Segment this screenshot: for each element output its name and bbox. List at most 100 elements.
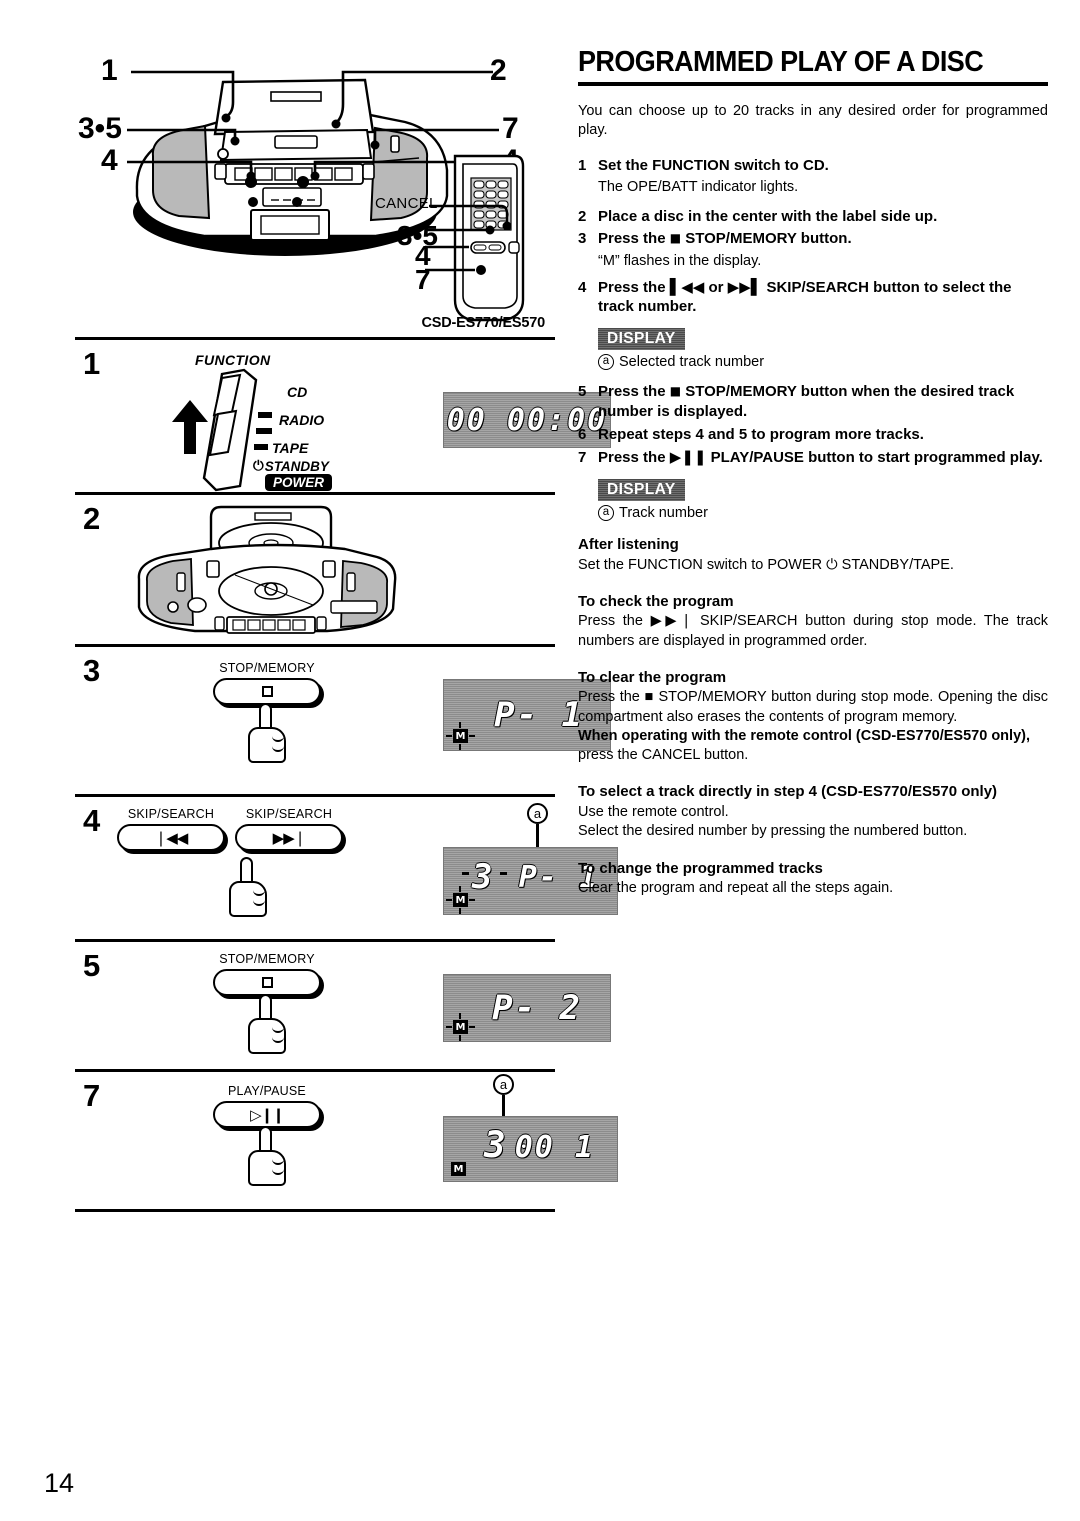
figure-step-5-number: 5 <box>83 948 101 983</box>
step-3-text: Press the ■ STOP/MEMORY button. <box>598 229 1048 249</box>
step-4: 4 Press the ▌◀◀ or ▶▶▌ SKIP/SEARCH butto… <box>578 278 1048 318</box>
memory-indicator-flashing: M <box>453 893 468 907</box>
play-pause-icon: ▶❚❚ <box>669 447 707 466</box>
step-4-callout-label: Selected track number <box>619 354 765 371</box>
lcd-step-5: P- 2 M <box>443 974 611 1042</box>
step-1: 1 Set the FUNCTION switch to CD. <box>578 156 1048 176</box>
step-7-text: Press the ▶❚❚ PLAY/PAUSE button to start… <box>598 448 1048 468</box>
display-badge-step-7: DISPLAY <box>598 478 685 502</box>
stop-memory-button[interactable] <box>213 969 321 996</box>
step-3-number: 3 <box>578 230 587 248</box>
section-clear-program-heading: To clear the program <box>578 668 727 686</box>
step-4-text-mid: or <box>708 278 724 296</box>
hero-callout-3-5: 3•5 <box>78 112 122 145</box>
function-label-cd: CD <box>287 384 308 400</box>
figure-step-4: 4 SKIP/SEARCH ❘◀◀ SKIP/SEARCH ▶▶❘ a 3 P-… <box>75 797 618 942</box>
callout-marker-a: a <box>493 1074 514 1095</box>
step-5-number: 5 <box>578 383 587 401</box>
display-badge-step-4: DISPLAY <box>598 328 685 351</box>
callout-marker-a: a <box>598 354 614 371</box>
skip-back-icon: ▌◀◀ <box>669 277 705 296</box>
callout-marker-a: a <box>527 803 548 824</box>
figure-step-7-button-label: PLAY/PAUSE <box>228 1084 306 1098</box>
page-number: 14 <box>44 1468 75 1498</box>
stop-square-icon: ■ <box>669 231 682 246</box>
figure-step-3: 3 STOP/MEMORY P- 1 M <box>75 647 611 797</box>
step-5-text: Press the ■ STOP/MEMORY button when the … <box>598 382 1048 422</box>
step-2-text: Place a disc in the center with the labe… <box>598 207 938 225</box>
stop-square-icon: ■ <box>669 384 682 399</box>
step-4-number: 4 <box>578 278 587 296</box>
figure-step-2-number: 2 <box>83 501 101 536</box>
play-pause-icon: ▷❙❙ <box>250 1105 285 1124</box>
step-1-note: The OPE/BATT indicator lights. <box>598 179 799 196</box>
figure-step-1-number: 1 <box>83 346 101 381</box>
memory-indicator: M <box>451 1162 466 1176</box>
function-label-tape: TAPE <box>272 440 309 456</box>
figure-step-4-label-right: SKIP/SEARCH <box>245 807 333 821</box>
section-check-program-body: Press the ▶▶❘ SKIP/SEARCH button during … <box>578 613 1048 649</box>
memory-indicator-flashing: M <box>453 1020 468 1034</box>
memory-indicator-flashing: M <box>453 729 468 743</box>
function-label-radio: RADIO <box>279 412 325 428</box>
step-3-text-pre: Press the <box>598 230 666 248</box>
lcd-step-7: 3 00 1 M <box>443 1116 618 1182</box>
hero-callout-7: 7 <box>502 112 519 145</box>
step-3: 3 Press the ■ STOP/MEMORY button. <box>578 229 1048 249</box>
callout-marker-a: a <box>598 505 614 522</box>
cd-lid-open-svg <box>137 505 397 634</box>
section-direct-select-heading: To select a track directly in step 4 (CS… <box>578 783 998 801</box>
step-6: 6 Repeat steps 4 and 5 to program more t… <box>578 425 1048 445</box>
step-7-text-post: PLAY/PAUSE button to start programmed pl… <box>710 448 1043 466</box>
pointing-hand-icon <box>246 994 288 1056</box>
lcd-step-4-track: 3 <box>472 857 495 897</box>
step-5: 5 Press the ■ STOP/MEMORY button when th… <box>578 382 1048 422</box>
hero-callout-1: 1 <box>101 54 118 87</box>
section-after-listening-heading: After listening <box>578 536 679 554</box>
skip-search-back-button[interactable]: ❘◀◀ <box>117 824 225 851</box>
step-7-callout: a Track number <box>598 505 1048 522</box>
figure-step-1: 1 FUNCTION CD RADIO TAPE ⏻ STANDBY POWER <box>75 340 611 495</box>
function-switch-title: FUNCTION <box>195 352 271 368</box>
stop-square-icon <box>261 977 273 988</box>
step-4-text: Press the ▌◀◀ or ▶▶▌ SKIP/SEARCH button … <box>598 278 1048 318</box>
figure-step-7-number: 7 <box>83 1078 101 1113</box>
section-check-program-heading: To check the program <box>578 592 734 610</box>
section-clear-program-body: Press the ■ STOP/MEMORY button during st… <box>578 689 1048 725</box>
step-2: 2 Place a disc in the center with the la… <box>578 207 1048 227</box>
section-change-tracks-body: Clear the program and repeat all the ste… <box>578 880 894 897</box>
lcd-step-7-track: 3 <box>484 1125 508 1166</box>
play-pause-button[interactable]: ▷❙❙ <box>213 1101 321 1128</box>
section-direct-select-tail: Select the desired number by pressing th… <box>578 823 968 840</box>
step-3-note: “M” flashes in the display. <box>598 253 762 270</box>
remote-callout-7: 7 <box>415 264 431 295</box>
figure-step-4-number: 4 <box>83 803 101 838</box>
step-7-callout-label: Track number <box>619 505 708 522</box>
power-standby-icon: ⏻ <box>253 458 264 474</box>
title-underline <box>578 82 1048 86</box>
section-change-tracks-heading: To change the programmed tracks <box>578 859 823 877</box>
figure-step-2: 2 <box>75 495 555 647</box>
skip-search-forward-button[interactable]: ▶▶❘ <box>235 824 343 851</box>
illustration-column: 1 2 3•5 4 4 7 <box>75 40 618 1212</box>
pointing-hand-icon <box>246 1126 288 1188</box>
step-7-text-pre: Press the <box>598 448 666 466</box>
stop-memory-button[interactable] <box>213 678 321 705</box>
step-1-text: Set the FUNCTION switch to CD. <box>598 156 829 174</box>
lcd-step-7-time: 00 1 <box>514 1130 595 1165</box>
hero-callout-2: 2 <box>490 54 507 87</box>
lcd-step-3-value: P- 1 <box>494 695 584 735</box>
instruction-column: PROGRAMMED PLAY OF A DISC You can choose… <box>578 48 1048 898</box>
section-after-listening-body: Set the FUNCTION switch to POWER ⏻ STAND… <box>578 556 954 573</box>
function-label-standby-row: ⏻ STANDBY <box>253 458 329 474</box>
stop-square-icon <box>261 686 273 697</box>
figure-step-5: 5 STOP/MEMORY P- 2 M <box>75 942 611 1072</box>
section-clear-program-remote-note: When operating with the remote control (… <box>578 727 1030 744</box>
remote-callout-cancel: CANCEL <box>375 195 438 212</box>
step-4-callout: a Selected track number <box>598 354 1048 371</box>
hero-callout-4-left: 4 <box>101 144 118 177</box>
step-5-text-pre: Press the <box>598 383 666 401</box>
step-1-number: 1 <box>578 156 587 174</box>
figure-step-7: 7 PLAY/PAUSE ▷❙❙ a 3 00 1 M <box>75 1072 618 1212</box>
step-6-text: Repeat steps 4 and 5 to program more tra… <box>598 426 924 444</box>
